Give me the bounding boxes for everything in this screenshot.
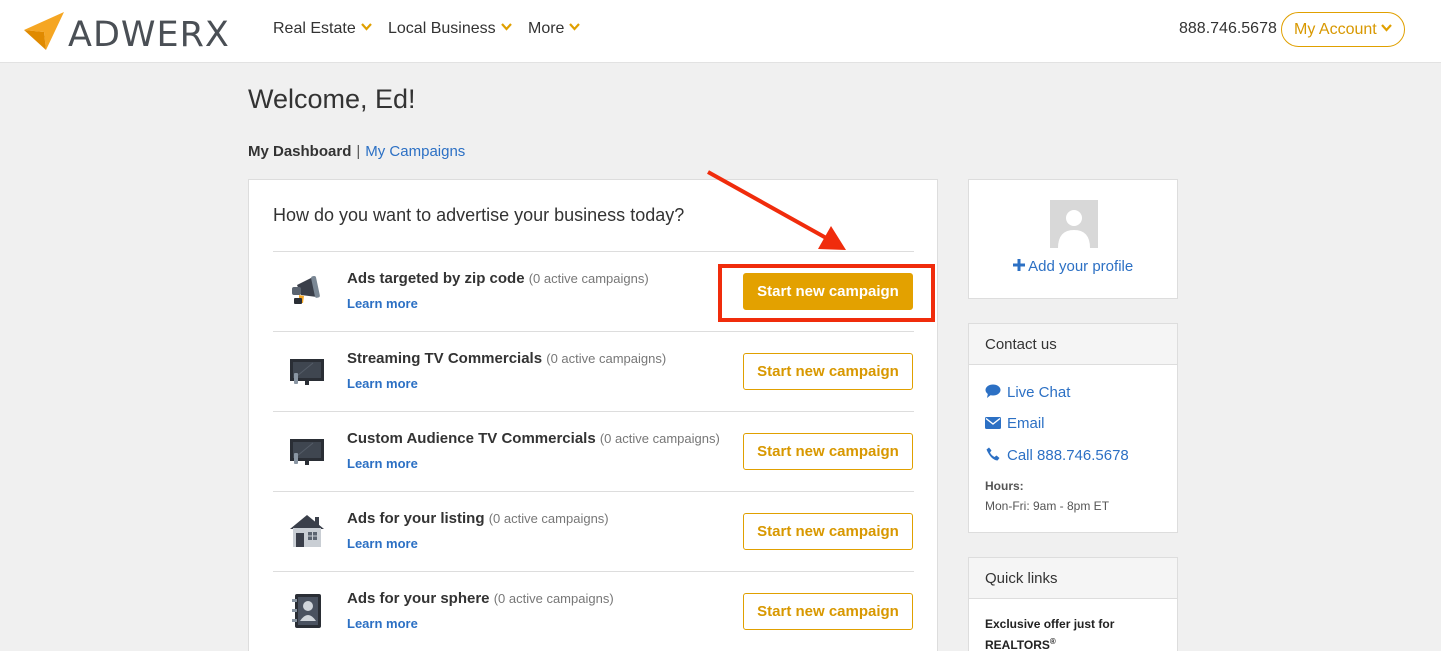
- campaign-row: Custom Audience TV Commercials (0 active…: [273, 411, 914, 491]
- add-profile-link[interactable]: Add your profile: [969, 258, 1177, 275]
- envelope-icon: [985, 417, 1001, 429]
- call-link[interactable]: Call 888.746.5678: [985, 447, 1129, 464]
- nav-more[interactable]: More: [528, 20, 581, 38]
- logo-arrow-icon: [24, 12, 64, 50]
- nav-local-business-label: Local Business: [388, 20, 496, 37]
- hours-label: Hours:: [985, 479, 1024, 493]
- contact-book-icon: [292, 594, 321, 628]
- nav-local-business[interactable]: Local Business: [388, 20, 512, 38]
- phone-icon: [986, 447, 1000, 461]
- quick-links-panel: Quick links Exclusive offer just for REA…: [968, 557, 1178, 651]
- chat-icon: [985, 384, 1001, 398]
- add-profile-label: Add your profile: [1028, 258, 1134, 275]
- campaign-title-text: Ads targeted by zip code: [347, 270, 525, 287]
- campaign-title-text: Custom Audience TV Commercials: [347, 430, 596, 447]
- contact-heading: Contact us: [969, 324, 1177, 365]
- tv-icon: [290, 359, 324, 385]
- hours-value: Mon-Fri: 9am - 8pm ET: [985, 499, 1110, 513]
- campaign-title: Custom Audience TV Commercials (0 active…: [347, 430, 720, 447]
- learn-more-link[interactable]: Learn more: [347, 296, 418, 311]
- start-new-campaign-button[interactable]: Start new campaign: [743, 593, 913, 630]
- active-count: (0 active campaigns): [488, 511, 609, 526]
- campaign-title-text: Ads for your listing: [347, 510, 485, 527]
- card-question: How do you want to advertise your busine…: [273, 205, 685, 225]
- annotation-arrow: [707, 170, 846, 250]
- campaign-title: Ads targeted by zip code (0 active campa…: [347, 270, 649, 287]
- breadcrumb-separator: |: [356, 143, 361, 160]
- top-navbar: ADWERX Real Estate Local Business More 8…: [0, 0, 1441, 63]
- profile-card: Add your profile: [968, 179, 1178, 299]
- start-new-campaign-button[interactable]: Start new campaign: [743, 513, 913, 550]
- campaign-title-text: Streaming TV Commercials: [347, 350, 543, 367]
- header-phone[interactable]: 888.746.5678: [1179, 20, 1277, 38]
- nav-more-label: More: [528, 20, 565, 37]
- learn-more-link[interactable]: Learn more: [347, 376, 418, 391]
- my-account-label: My Account: [1294, 21, 1377, 38]
- live-chat-label: Live Chat: [1007, 384, 1071, 401]
- registered-mark: ®: [1049, 637, 1056, 646]
- user-placeholder-icon: [1058, 210, 1090, 248]
- campaign-title: Ads for your sphere (0 active campaigns): [347, 590, 614, 607]
- chevron-down-icon: [500, 23, 512, 31]
- annotation-highlight-box: [718, 264, 935, 322]
- my-account-button[interactable]: My Account: [1281, 12, 1405, 47]
- campaign-row: Streaming TV Commercials (0 active campa…: [273, 331, 914, 411]
- email-label: Email: [1007, 415, 1045, 432]
- active-count: (0 active campaigns): [493, 591, 614, 606]
- campaign-title: Streaming TV Commercials (0 active campa…: [347, 350, 666, 367]
- campaign-title-text: Ads for your sphere: [347, 590, 490, 607]
- call-label: Call 888.746.5678: [1007, 447, 1129, 464]
- live-chat-link[interactable]: Live Chat: [985, 384, 1070, 401]
- breadcrumb: My Dashboard | My Campaigns: [248, 143, 465, 160]
- nav-real-estate[interactable]: Real Estate: [273, 20, 372, 38]
- campaign-row: Ads for your listing (0 active campaigns…: [273, 491, 914, 571]
- logo-wordmark: ADWERX: [68, 15, 230, 55]
- active-count: (0 active campaigns): [546, 351, 667, 366]
- realtor-offer-link[interactable]: Exclusive offer just for REALTORS®: [985, 615, 1165, 651]
- chevron-down-icon: [360, 23, 372, 31]
- campaign-title: Ads for your listing (0 active campaigns…: [347, 510, 609, 527]
- campaign-row: Ads for your sphere (0 active campaigns)…: [273, 571, 914, 651]
- megaphone-icon: [292, 275, 320, 304]
- plus-icon: [1012, 259, 1025, 271]
- learn-more-link[interactable]: Learn more: [347, 536, 418, 551]
- learn-more-link[interactable]: Learn more: [347, 456, 418, 471]
- chevron-down-icon: [569, 23, 581, 31]
- email-link[interactable]: Email: [985, 415, 1045, 432]
- active-count: (0 active campaigns): [528, 271, 649, 286]
- page-title: Welcome, Ed!: [248, 84, 416, 114]
- start-new-campaign-button[interactable]: Start new campaign: [743, 353, 913, 390]
- nav-real-estate-label: Real Estate: [273, 20, 356, 37]
- breadcrumb-current: My Dashboard: [248, 143, 352, 160]
- start-new-campaign-button[interactable]: Start new campaign: [743, 433, 913, 470]
- chevron-down-icon: [1380, 24, 1392, 32]
- active-count: (0 active campaigns): [599, 431, 720, 446]
- quick-links-heading: Quick links: [969, 558, 1177, 599]
- tv-icon: [290, 439, 324, 465]
- learn-more-link[interactable]: Learn more: [347, 616, 418, 631]
- house-icon: [290, 515, 324, 547]
- my-campaigns-link[interactable]: My Campaigns: [365, 143, 465, 160]
- contact-panel: Contact us Live Chat Email Call 888.746.…: [968, 323, 1178, 533]
- avatar[interactable]: [1050, 200, 1098, 248]
- adwerx-logo[interactable]: ADWERX: [22, 10, 244, 55]
